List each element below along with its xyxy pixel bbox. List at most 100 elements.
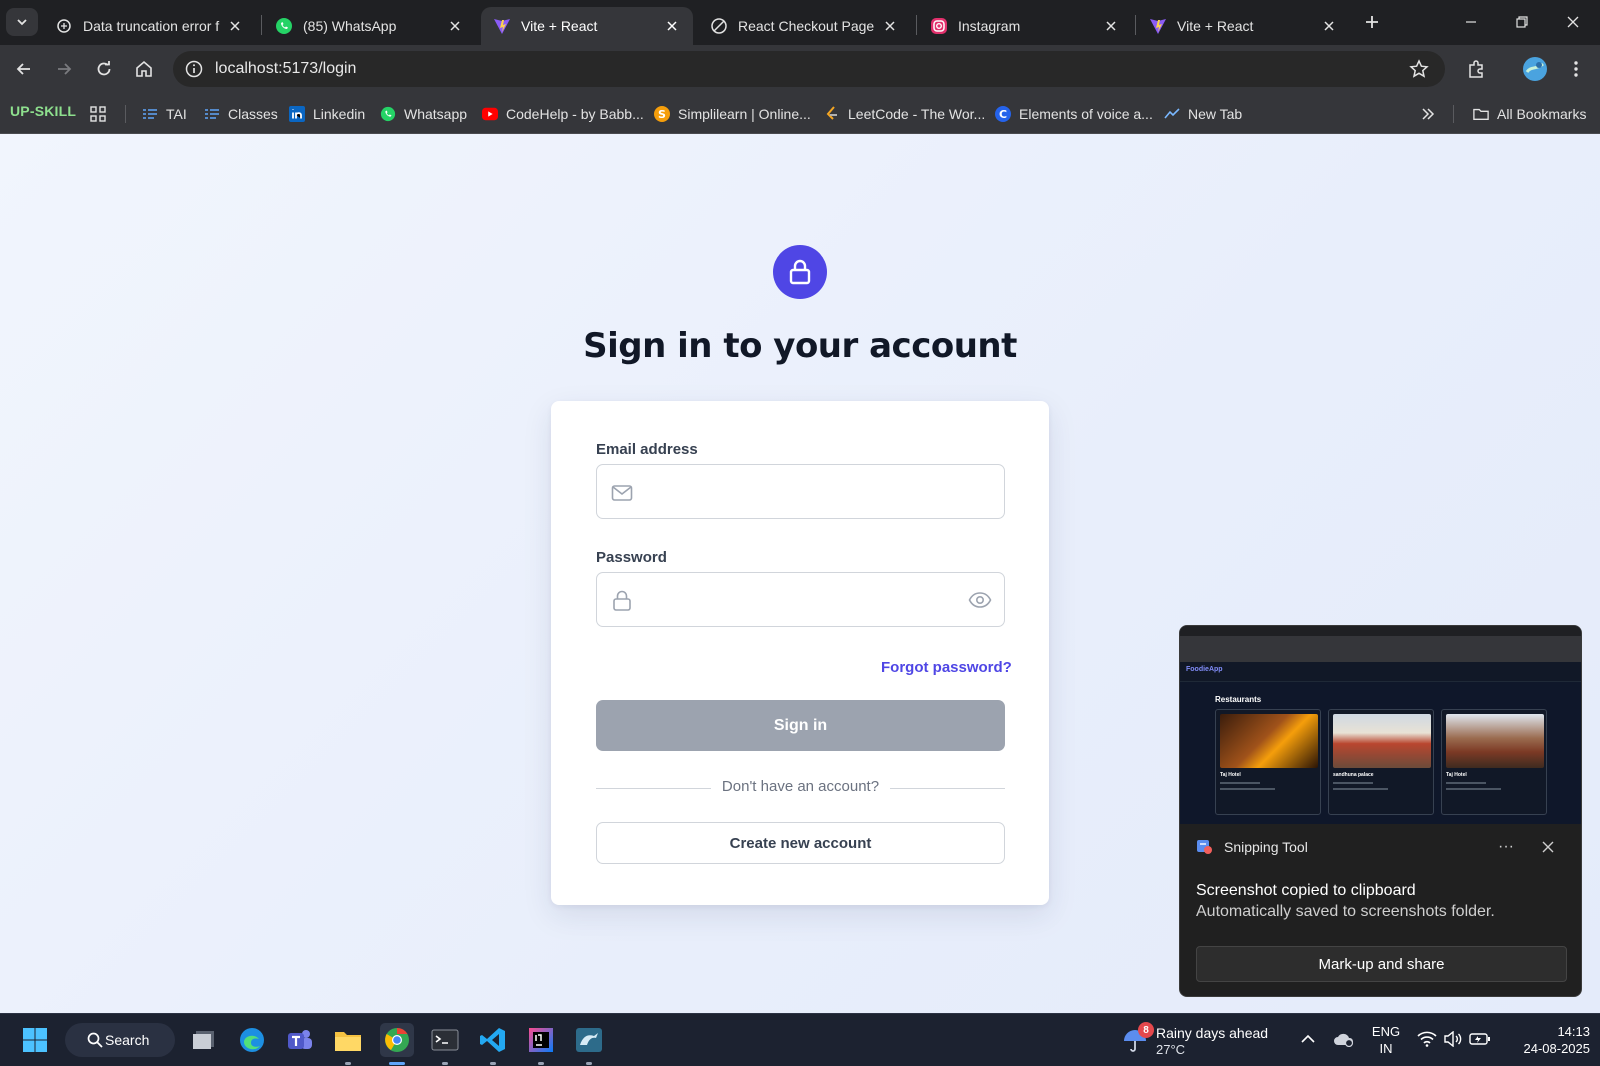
star-icon[interactable]	[1409, 59, 1429, 79]
notification-body: Automatically saved to screenshots folde…	[1196, 903, 1495, 920]
tab-search-button[interactable]	[6, 8, 38, 36]
battery-button[interactable]	[1469, 1028, 1491, 1050]
vscode-icon	[480, 1028, 505, 1052]
address-bar[interactable]: localhost:5173/login	[173, 51, 1445, 87]
forward-button[interactable]	[50, 55, 78, 83]
arrow-right-icon	[58, 63, 72, 75]
forgot-password-link[interactable]: Forgot password?	[881, 659, 1012, 676]
bookmark-label: Elements of voice a...	[1019, 106, 1153, 122]
tab-data-truncation[interactable]: Data truncation error fix	[43, 7, 256, 45]
tab-react-checkout[interactable]: React Checkout Page Im	[698, 7, 911, 45]
weather-headline: Rainy days ahead	[1156, 1025, 1269, 1041]
language-indicator[interactable]: ENG IN	[1368, 1023, 1404, 1057]
chrome-button[interactable]	[380, 1023, 414, 1057]
new-tab-button[interactable]	[1360, 10, 1384, 34]
chevron-up-icon	[1301, 1034, 1315, 1043]
clock[interactable]: 14:13 24-08-2025	[1490, 1023, 1591, 1057]
close-tab-icon[interactable]	[1320, 17, 1338, 35]
tab-title: Instagram	[958, 18, 1021, 34]
bookmark-classes[interactable]: Classes	[204, 103, 278, 125]
running-indicator	[442, 1062, 448, 1065]
bookmark-linkedin[interactable]: Linkedin	[289, 103, 365, 125]
close-tab-icon[interactable]	[881, 17, 899, 35]
reload-icon	[97, 61, 111, 76]
create-account-button[interactable]: Create new account	[596, 822, 1005, 864]
minimize-button[interactable]	[1448, 6, 1494, 38]
snipping-tool-icon	[1197, 840, 1212, 854]
bookmark-codehelp[interactable]: CodeHelp - by Babb...	[482, 103, 644, 125]
apps-button[interactable]	[90, 103, 114, 125]
running-indicator	[586, 1062, 592, 1065]
email-field[interactable]	[596, 464, 1005, 519]
bookmark-tai[interactable]: TAI	[142, 103, 187, 125]
task-view-button[interactable]	[187, 1023, 221, 1057]
bookmark-elements-voice[interactable]: C Elements of voice a...	[995, 103, 1153, 125]
home-button[interactable]	[130, 55, 158, 83]
teams-button[interactable]	[283, 1023, 317, 1057]
tab-whatsapp[interactable]: (85) WhatsApp	[263, 7, 476, 45]
taskbar-search[interactable]: Search	[65, 1023, 175, 1057]
volume-button[interactable]	[1442, 1028, 1464, 1050]
plus-icon	[1366, 16, 1378, 28]
bookmark-upskill[interactable]: UP-SKILL	[10, 103, 76, 119]
close-tab-icon[interactable]	[226, 17, 244, 35]
show-hidden-icons-button[interactable]	[1297, 1028, 1319, 1050]
back-button[interactable]	[10, 55, 38, 83]
chrome-icon	[385, 1028, 409, 1052]
tab-separator	[916, 15, 917, 35]
sign-in-button[interactable]: Sign in	[596, 700, 1005, 751]
extensions-button[interactable]	[1463, 55, 1491, 83]
wifi-button[interactable]	[1416, 1028, 1438, 1050]
file-explorer-button[interactable]	[331, 1023, 365, 1057]
taskbar: Search 8 Rainy days ahead 27°C ENG IN 14…	[0, 1013, 1600, 1066]
thumb-restaurant-card: sandhuna palace	[1328, 709, 1434, 815]
lock-icon	[789, 259, 811, 285]
more-bookmarks-button[interactable]	[1420, 103, 1444, 125]
tab-vite-react-2[interactable]: Vite + React	[1137, 7, 1350, 45]
thumb-heading: Restaurants	[1215, 695, 1262, 704]
menu-button[interactable]	[1562, 55, 1590, 83]
mysql-workbench-button[interactable]	[572, 1023, 606, 1057]
restore-button[interactable]	[1499, 6, 1545, 38]
mark-up-and-share-button[interactable]: Mark-up and share	[1196, 946, 1567, 982]
password-field[interactable]	[596, 572, 1005, 627]
intellij-button[interactable]	[524, 1023, 558, 1057]
close-window-button[interactable]	[1550, 6, 1596, 38]
notification-app-header: Snipping Tool	[1196, 837, 1308, 857]
minimize-icon	[1466, 21, 1476, 23]
all-bookmarks-button[interactable]: All Bookmarks	[1473, 103, 1586, 125]
eye-icon[interactable]	[968, 588, 992, 612]
start-button[interactable]	[18, 1023, 52, 1057]
bookmark-leetcode[interactable]: LeetCode - The Wor...	[824, 103, 985, 125]
login-card: Email address Password Forgot password? …	[551, 401, 1049, 905]
weather-temperature: 27°C	[1156, 1042, 1186, 1057]
close-tab-icon[interactable]	[663, 17, 681, 35]
tab-vite-react-active[interactable]: Vite + React	[481, 7, 693, 45]
vite-icon	[1149, 17, 1167, 35]
terminal-icon	[431, 1029, 459, 1051]
info-icon[interactable]	[185, 60, 203, 78]
terminal-button[interactable]	[428, 1023, 462, 1057]
leetcode-icon	[824, 106, 840, 122]
svg-text:S: S	[658, 108, 666, 121]
weather-badge: 8	[1138, 1022, 1154, 1038]
vscode-button[interactable]	[476, 1023, 510, 1057]
bookmark-new-tab[interactable]: New Tab	[1164, 103, 1242, 125]
kebab-menu-icon	[1574, 61, 1578, 77]
close-tab-icon[interactable]	[446, 17, 464, 35]
running-indicator	[490, 1062, 496, 1065]
youtube-icon	[482, 106, 498, 122]
onedrive-button[interactable]	[1333, 1028, 1355, 1050]
thumb-restaurant-image	[1446, 714, 1544, 768]
page-title: Sign in to your account	[583, 326, 1017, 366]
reload-button[interactable]	[90, 55, 118, 83]
tab-instagram[interactable]: Instagram	[918, 7, 1132, 45]
screenshot-thumbnail[interactable]: FoodieApp Restaurants Taj Hotel sandhuna…	[1180, 626, 1581, 824]
notification-more-button[interactable]: ···	[1496, 837, 1516, 857]
bookmark-whatsapp[interactable]: Whatsapp	[380, 103, 467, 125]
profile-button[interactable]	[1521, 55, 1549, 83]
bookmark-simplilearn[interactable]: S Simplilearn | Online...	[654, 103, 811, 125]
notification-close-button[interactable]	[1538, 837, 1558, 857]
close-tab-icon[interactable]	[1102, 17, 1120, 35]
edge-button[interactable]	[235, 1023, 269, 1057]
